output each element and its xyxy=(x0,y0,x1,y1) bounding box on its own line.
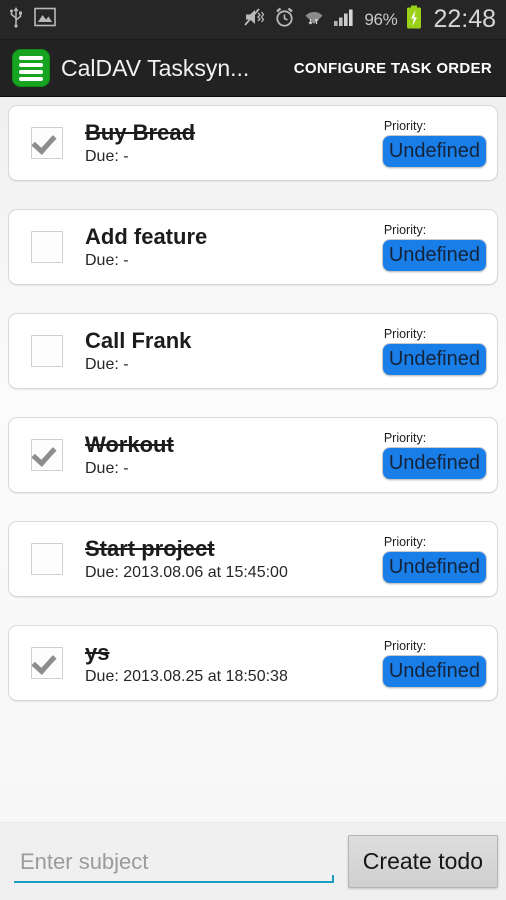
priority-button[interactable]: Undefined xyxy=(381,654,487,688)
mute-vibrate-icon xyxy=(243,7,265,32)
task-priority-block: Priority: Undefined xyxy=(381,638,487,688)
task-card[interactable]: Start project Due: 2013.08.06 at 15:45:0… xyxy=(8,521,498,597)
task-priority-block: Priority: Undefined xyxy=(381,430,487,480)
priority-button[interactable]: Undefined xyxy=(381,342,487,376)
priority-button[interactable]: Undefined xyxy=(381,446,487,480)
status-bar: 96% 22:48 xyxy=(0,0,506,40)
priority-label: Priority: xyxy=(383,326,427,341)
task-list: Buy Bread Due: - Priority: Undefined Add… xyxy=(0,97,506,822)
status-bar-left-icons xyxy=(8,6,56,33)
task-text-block: Start project Due: 2013.08.06 at 15:45:0… xyxy=(85,537,376,581)
configure-task-order-button[interactable]: CONFIGURE TASK ORDER xyxy=(290,54,496,83)
task-due-label: Due: 2013.08.06 at 15:45:00 xyxy=(85,563,288,581)
battery-charging-icon xyxy=(406,5,422,34)
priority-label: Priority: xyxy=(383,534,427,549)
task-checkbox[interactable] xyxy=(31,335,63,367)
task-text-block: Workout Due: - xyxy=(85,433,376,477)
priority-button[interactable]: Undefined xyxy=(381,550,487,584)
task-title: Call Frank xyxy=(85,328,192,353)
task-due-label: Due: 2013.08.25 at 18:50:38 xyxy=(85,667,288,685)
task-priority-block: Priority: Undefined xyxy=(381,118,487,168)
usb-icon xyxy=(8,6,24,33)
task-card[interactable]: ys Due: 2013.08.25 at 18:50:38 Priority:… xyxy=(8,625,498,701)
subject-input-placeholder: Enter subject xyxy=(20,848,149,874)
task-title: ys xyxy=(85,640,110,665)
battery-percent-label: 96% xyxy=(364,9,398,29)
create-todo-bar: Enter subject Create todo xyxy=(0,822,506,900)
create-todo-button[interactable]: Create todo xyxy=(347,835,498,888)
task-title: Start project xyxy=(85,536,215,561)
task-text-block: Add feature Due: - xyxy=(85,225,376,269)
task-priority-block: Priority: Undefined xyxy=(381,222,487,272)
subject-input[interactable]: Enter subject xyxy=(14,839,338,885)
list-app-icon[interactable] xyxy=(12,49,50,87)
task-card[interactable]: Buy Bread Due: - Priority: Undefined xyxy=(8,105,498,181)
priority-label: Priority: xyxy=(383,430,427,445)
signal-icon xyxy=(333,8,355,32)
task-due-label: Due: - xyxy=(85,147,129,165)
priority-label: Priority: xyxy=(383,638,427,653)
task-checkbox[interactable] xyxy=(31,439,63,471)
task-text-block: Buy Bread Due: - xyxy=(85,121,376,165)
priority-label: Priority: xyxy=(383,222,427,237)
action-bar: CalDAV Tasksyn... CONFIGURE TASK ORDER xyxy=(0,40,506,97)
image-icon xyxy=(34,7,56,32)
task-due-label: Due: - xyxy=(85,355,129,373)
task-text-block: Call Frank Due: - xyxy=(85,329,376,373)
task-checkbox[interactable] xyxy=(31,127,63,159)
task-checkbox[interactable] xyxy=(31,231,63,263)
app-window: 96% 22:48 CalDAV Tasksyn... CONFIGURE TA… xyxy=(0,0,506,900)
clock-label: 22:48 xyxy=(433,5,496,33)
task-text-block: ys Due: 2013.08.25 at 18:50:38 xyxy=(85,641,376,685)
task-checkbox[interactable] xyxy=(31,543,63,575)
wifi-icon xyxy=(304,7,324,32)
task-priority-block: Priority: Undefined xyxy=(381,326,487,376)
priority-button[interactable]: Undefined xyxy=(381,134,487,168)
alarm-icon xyxy=(274,7,295,33)
task-checkbox[interactable] xyxy=(31,647,63,679)
task-title: Add feature xyxy=(85,224,208,249)
task-title: Buy Bread xyxy=(85,120,196,145)
priority-label: Priority: xyxy=(383,118,427,133)
page-title: CalDAV Tasksyn... xyxy=(61,54,250,81)
task-card[interactable]: Add feature Due: - Priority: Undefined xyxy=(8,209,498,285)
priority-button[interactable]: Undefined xyxy=(381,238,487,272)
status-bar-right-icons: 96% 22:48 xyxy=(243,5,496,34)
task-due-label: Due: - xyxy=(85,251,129,269)
task-card[interactable]: Workout Due: - Priority: Undefined xyxy=(8,417,498,493)
task-priority-block: Priority: Undefined xyxy=(381,534,487,584)
task-due-label: Due: - xyxy=(85,459,129,477)
task-title: Workout xyxy=(85,432,174,457)
task-card[interactable]: Call Frank Due: - Priority: Undefined xyxy=(8,313,498,389)
